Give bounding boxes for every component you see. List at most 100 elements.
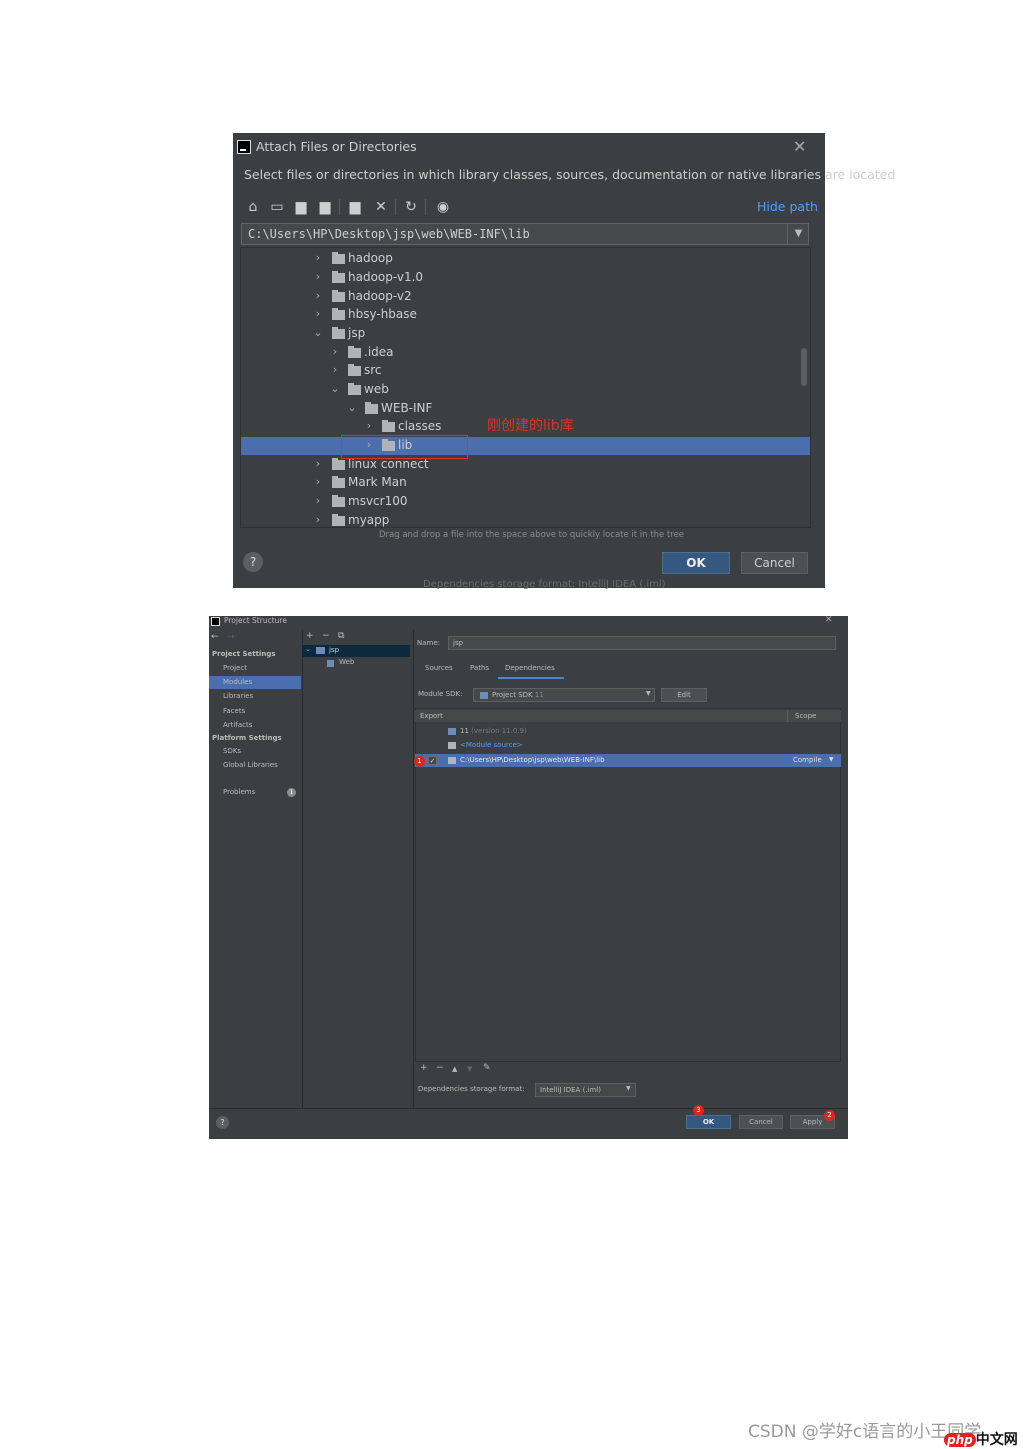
cancel-button[interactable]: Cancel (739, 1115, 783, 1129)
tree-item[interactable]: › .idea (241, 344, 810, 362)
chevron-down-icon[interactable]: ▼ (829, 756, 834, 763)
dialog-titlebar: Attach Files or Directories ✕ (233, 133, 825, 161)
facet-label: Web (339, 658, 355, 666)
module-icon (316, 647, 325, 654)
desktop-icon[interactable]: ▭ (269, 199, 285, 215)
storage-format-select[interactable]: IntelliJ IDEA (.iml) ▼ (535, 1083, 636, 1097)
chevron-right-icon[interactable]: › (312, 251, 324, 264)
problems-count-badge: 1 (287, 788, 296, 797)
tree-item[interactable]: › hadoop-v2 (241, 288, 810, 306)
dependency-row-lib[interactable]: ✓ C:\Users\HP\Desktop\jsp\web\WEB-INF\li… (415, 754, 841, 767)
sidebar-item-libraries[interactable]: Libraries (209, 690, 301, 703)
ok-button[interactable]: OK (686, 1115, 731, 1129)
column-header-export[interactable]: Export (420, 712, 443, 720)
move-down-icon[interactable]: ▼ (467, 1065, 472, 1073)
back-arrow-icon[interactable]: ← (211, 632, 219, 642)
tree-item[interactable]: › msvcr100 (241, 493, 810, 511)
copy-icon[interactable]: ⧉ (338, 631, 344, 641)
sidebar-item-sdks[interactable]: SDKs (209, 745, 301, 758)
chevron-right-icon[interactable]: › (312, 307, 324, 320)
close-icon[interactable]: ✕ (825, 615, 833, 625)
sidebar-item-label: Project (223, 664, 247, 672)
forward-arrow-icon[interactable]: → (227, 632, 235, 642)
module-sdk-select[interactable]: Project SDK 11 ▼ (473, 688, 655, 702)
web-facet-icon (327, 660, 334, 667)
chevron-right-icon[interactable]: › (329, 345, 341, 358)
dialog-title: Project Structure (224, 616, 287, 625)
module-folder-icon[interactable]: ▆ (317, 199, 333, 215)
close-icon[interactable]: ✕ (793, 137, 806, 156)
tree-item[interactable]: ⌄ jsp (241, 325, 810, 343)
tab-paths[interactable]: Paths (470, 664, 489, 672)
help-icon[interactable]: ? (216, 1116, 229, 1129)
sidebar-item-project[interactable]: Project (209, 662, 301, 675)
add-dependency-icon[interactable]: + (420, 1063, 428, 1073)
ok-button[interactable]: OK (662, 552, 730, 574)
tree-item[interactable]: › hadoop (241, 250, 810, 268)
tree-item[interactable]: › Mark Man (241, 474, 810, 492)
sidebar-item-artifacts[interactable]: Artifacts (209, 719, 301, 732)
dependency-label: <Module source> (460, 741, 523, 749)
tree-item[interactable]: › hadoop-v1.0 (241, 269, 810, 287)
module-item-jsp[interactable]: ⌄ jsp (302, 645, 410, 657)
tree-scrollbar[interactable] (801, 348, 807, 386)
attach-files-dialog: Attach Files or Directories ✕ Select fil… (233, 133, 895, 590)
chevron-right-icon[interactable]: › (312, 494, 324, 507)
dependency-row-module-source[interactable]: <Module source> (415, 739, 841, 752)
cancel-button[interactable]: Cancel (741, 552, 808, 574)
remove-icon[interactable]: − (322, 631, 330, 641)
edit-sdk-button[interactable]: Edit (661, 688, 707, 702)
chevron-down-icon[interactable]: ⌄ (312, 326, 324, 339)
sidebar-item-modules[interactable]: Modules (209, 676, 301, 689)
delete-icon[interactable]: ✕ (373, 199, 389, 215)
chevron-down-icon[interactable]: ⌄ (329, 382, 341, 395)
chevron-right-icon[interactable]: › (312, 513, 324, 526)
home-icon[interactable]: ⌂ (245, 199, 261, 215)
path-input[interactable]: C:\Users\HP\Desktop\jsp\web\WEB-INF\lib … (241, 223, 809, 245)
chevron-down-icon[interactable]: ▼ (646, 690, 651, 697)
tab-sources[interactable]: Sources (425, 664, 453, 672)
chevron-down-icon[interactable]: ▼ (787, 224, 809, 244)
folder-icon (348, 364, 361, 376)
sidebar-item-label: Facets (223, 707, 246, 715)
sidebar-item-global-libraries[interactable]: Global Libraries (209, 759, 301, 772)
help-icon[interactable]: ? (243, 552, 263, 572)
tree-item[interactable]: › linux connect (241, 456, 810, 474)
chevron-right-icon[interactable]: › (329, 363, 341, 376)
tree-item[interactable]: › myapp (241, 512, 810, 527)
tab-dependencies[interactable]: Dependencies (505, 664, 555, 672)
sidebar-item-facets[interactable]: Facets (209, 705, 301, 718)
project-folder-icon[interactable]: ▆ (293, 199, 309, 215)
tree-item[interactable]: › hbsy-hbase (241, 306, 810, 324)
chevron-right-icon[interactable]: › (312, 270, 324, 283)
refresh-icon[interactable]: ↻ (403, 199, 419, 215)
chevron-down-icon[interactable]: ▼ (626, 1085, 631, 1092)
edit-pencil-icon[interactable]: ✎ (483, 1063, 491, 1073)
tree-item[interactable]: ⌄ web (241, 381, 810, 399)
hide-path-link[interactable]: Hide path (757, 199, 818, 214)
chevron-down-icon[interactable]: ⌄ (346, 401, 358, 414)
tree-item-selected[interactable]: › lib (241, 437, 810, 455)
dependency-row-jdk[interactable]: 11 (version 11.0.9) (415, 725, 841, 738)
name-label: Name: (417, 639, 441, 647)
tree-item[interactable]: › src (241, 362, 810, 380)
move-up-icon[interactable]: ▲ (452, 1065, 457, 1073)
chevron-down-icon[interactable]: ⌄ (305, 645, 311, 653)
folder-icon (332, 458, 345, 470)
name-input[interactable]: jsp (448, 636, 836, 650)
file-tree[interactable]: › hadoop › hadoop-v1.0 › hadoop-v2 › hbs… (240, 247, 811, 528)
show-hidden-icon[interactable]: ◉ (435, 199, 451, 215)
chevron-right-icon[interactable]: › (312, 457, 324, 470)
remove-dependency-icon[interactable]: − (436, 1063, 444, 1073)
new-folder-icon[interactable]: ▆ (347, 199, 363, 215)
folder-icon (332, 476, 345, 488)
chevron-right-icon[interactable]: › (312, 475, 324, 488)
add-icon[interactable]: + (306, 631, 314, 641)
scope-value[interactable]: Compile (793, 756, 822, 764)
platform-settings-heading: Platform Settings (212, 734, 282, 742)
chevron-right-icon[interactable]: › (363, 419, 375, 432)
export-checkbox[interactable]: ✓ (428, 756, 437, 765)
chevron-right-icon[interactable]: › (312, 289, 324, 302)
dialog-titlebar: Project Structure ✕ (209, 615, 848, 628)
column-header-scope[interactable]: Scope (795, 712, 816, 720)
